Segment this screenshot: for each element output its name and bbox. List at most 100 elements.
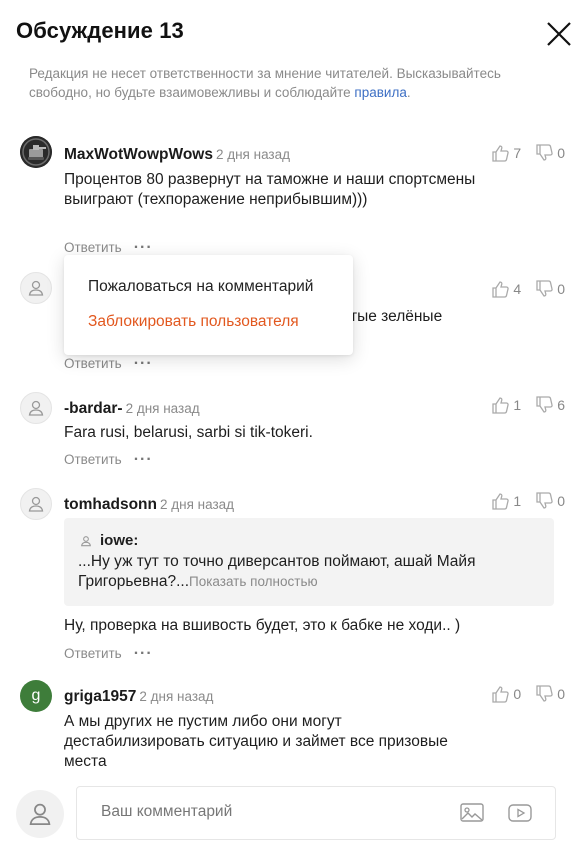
like-button[interactable]: 1 [491,492,521,510]
like-button[interactable]: 7 [491,144,521,162]
more-options-button[interactable]: ··· [134,645,153,661]
dislike-count: 6 [557,397,565,413]
quoted-author: iowe: [80,532,138,549]
author-name[interactable]: tomhadsonn [64,496,157,513]
comment-time: 2 дня назад [139,689,214,704]
avatar[interactable] [20,136,52,168]
like-button[interactable]: 0 [491,685,521,703]
comment-author: MaxWotWowpWows 2 дня назад [64,146,290,164]
votes: 7 0 [491,144,565,162]
thumbs-down-icon [536,396,553,413]
avatar[interactable] [20,272,52,304]
comment-author: -bardar- 2 дня назад [64,400,200,418]
block-user-menu-item[interactable]: Заблокировать пользователя [88,313,299,331]
like-count: 7 [513,145,522,161]
user-icon [81,535,91,546]
like-button[interactable]: 1 [491,396,521,414]
dislike-count: 0 [557,281,565,297]
comment-time: 2 дня назад [215,147,291,162]
user-icon [28,496,44,512]
more-options-button[interactable]: ··· [134,239,153,255]
reply-button[interactable]: Ответить [64,356,122,371]
like-count: 1 [513,397,522,413]
dislike-button[interactable]: 0 [535,492,565,510]
comment-actions: Ответить ··· [64,355,153,371]
reply-button[interactable]: Ответить [64,240,122,255]
avatar[interactable] [20,392,52,424]
user-icon [28,400,44,416]
page-title: Обсуждение 13 [16,18,184,43]
author-name[interactable]: -bardar- [64,400,123,417]
quoted-author-name: iowe: [100,532,139,549]
comment-text: Ну, проверка на вшивость будет, это к ба… [64,617,461,634]
votes: 1 6 [491,396,565,414]
video-icon [508,804,532,822]
dislike-count: 0 [557,145,565,161]
current-user-avatar [16,790,64,838]
close-icon [547,22,571,46]
comment-text: А мы других не пустим либо они могут дес… [64,713,448,768]
comments-list[interactable]: MaxWotWowpWows 2 дня назад 7 0 Процентов … [0,120,587,768]
thumbs-down-icon [536,280,553,297]
header: Обсуждение 13 [16,18,577,50]
comment-context-menu: Пожаловаться на комментарий Заблокироват… [64,255,353,355]
image-icon [460,803,484,822]
thumbs-up-icon [492,281,510,298]
comment-text: Fara rusi, belarusi, sarbi si tik-tokeri… [64,424,313,441]
more-options-button[interactable]: ··· [134,451,153,467]
like-count: 1 [513,493,522,509]
report-comment-menu-item[interactable]: Пожаловаться на комментарий [88,278,313,296]
reply-button[interactable]: Ответить [64,646,122,661]
votes: 4 0 [491,280,565,298]
rules-link[interactable]: правила [354,85,406,100]
comment-composer [0,770,587,855]
reply-button[interactable]: Ответить [64,452,122,467]
thumbs-up-icon [492,145,510,162]
comment-author: griga1957 2 дня назад [64,688,213,706]
thumbs-down-icon [536,492,553,509]
author-name[interactable]: MaxWotWowpWows [64,146,213,163]
avatar[interactable]: g [20,680,52,712]
dislike-button[interactable]: 0 [535,144,565,162]
quoted-comment: iowe: ...Ну уж тут то точно диверсантов … [64,518,554,606]
comment-time: 2 дня назад [160,497,235,512]
dislike-count: 0 [557,493,565,509]
author-name[interactable]: griga1957 [64,688,136,705]
attach-video-button[interactable] [507,802,533,824]
dislike-count: 0 [557,686,565,702]
like-button[interactable]: 4 [491,280,521,298]
dislike-button[interactable]: 0 [535,685,565,703]
moderation-notice: Редакция не несет ответственности за мне… [29,66,501,100]
comment-time: 2 дня назад [125,401,200,416]
dislike-button[interactable]: 6 [535,396,565,414]
comment-input[interactable] [101,803,441,821]
thumbs-down-icon [536,144,553,161]
close-button[interactable] [541,16,577,52]
comment-actions: Ответить ··· [64,451,153,467]
like-count: 4 [513,281,522,297]
dislike-button[interactable]: 0 [535,280,565,298]
comment-author: tomhadsonn 2 дня назад [64,496,234,514]
thumbs-up-icon [492,686,510,703]
attach-image-button[interactable] [459,802,485,824]
more-options-button[interactable]: ··· [134,355,153,371]
comment-input-box [76,786,556,840]
user-icon [28,280,44,296]
thumbs-up-icon [492,397,510,414]
game-logo-icon [20,136,52,168]
votes: 0 0 [491,685,565,703]
comment-actions: Ответить ··· [64,239,153,255]
votes: 1 0 [491,492,565,510]
thumbs-up-icon [492,493,510,510]
avatar[interactable] [20,488,52,520]
like-count: 0 [513,686,522,702]
quoted-text: ...Ну уж тут то точно диверсантов поймаю… [78,553,476,590]
comment-actions: Ответить ··· [64,645,153,661]
comment-text: тые зелёные [350,308,443,325]
show-more-link[interactable]: Показать полностью [189,574,318,589]
comment-text: Процентов 80 развернут на таможне и наши… [64,171,476,208]
avatar-letter: g [31,687,41,704]
thumbs-down-icon [536,685,553,702]
user-icon [29,803,51,825]
notice-text: Редакция не несет ответственности за мне… [29,66,501,100]
